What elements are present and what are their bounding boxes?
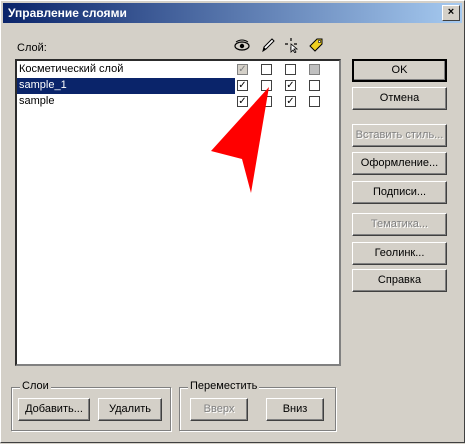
layers-group: Слои Добавить... Удалить (11, 380, 171, 431)
layers-group-caption: Слои (20, 380, 51, 392)
move-group-caption: Переместить (188, 380, 260, 392)
geolink-button[interactable]: Геолинк... (352, 242, 447, 265)
move-up-button: Вверх (190, 398, 248, 421)
move-group: Переместить Вверх Вниз (179, 380, 336, 431)
move-down-button[interactable]: Вниз (266, 398, 324, 421)
cancel-button[interactable]: Отмена (352, 87, 447, 110)
paste-style-button: Вставить стиль... (352, 124, 447, 147)
help-button[interactable]: Справка (352, 269, 447, 292)
layer-control-dialog: Управление слоями × Слой: Косметический … (0, 0, 465, 443)
thematic-button: Тематика... (352, 213, 447, 236)
labels-button[interactable]: Подписи... (352, 181, 447, 204)
delete-layer-button[interactable]: Удалить (98, 398, 162, 421)
appearance-button[interactable]: Оформление... (352, 152, 447, 175)
add-layer-button[interactable]: Добавить... (18, 398, 90, 421)
ok-button[interactable]: OK (352, 59, 447, 82)
